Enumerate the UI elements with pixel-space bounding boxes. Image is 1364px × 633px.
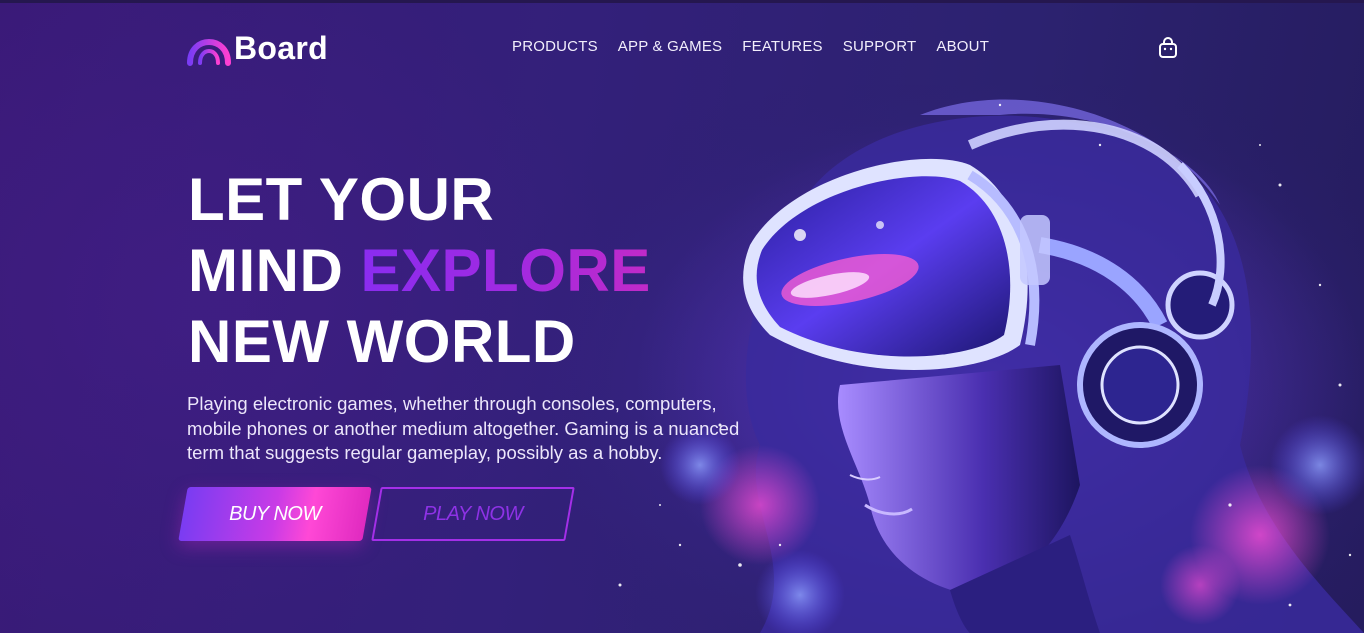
nav-about[interactable]: ABOUT bbox=[936, 38, 989, 55]
hero-title-line1: LET YOUR bbox=[188, 166, 495, 233]
logo-arch-icon bbox=[187, 39, 231, 66]
landing-page: Board PRODUCTS APP & GAMES FEATURES SUPP… bbox=[0, 0, 1364, 633]
top-border bbox=[0, 0, 1364, 3]
logo-text: Board bbox=[234, 29, 328, 66]
hero-title-line3: NEW WORLD bbox=[188, 308, 576, 375]
nav-support[interactable]: SUPPORT bbox=[843, 38, 917, 55]
hero-title-line2: MIND EXPLORE bbox=[188, 235, 651, 306]
play-now-label: PLAY NOW bbox=[423, 502, 523, 525]
hero-title: LET YOUR MIND EXPLORE NEW WORLD bbox=[188, 164, 651, 377]
buy-now-label: BUY NOW bbox=[229, 502, 321, 525]
buy-now-button[interactable]: BUY NOW bbox=[178, 487, 372, 541]
nav-features[interactable]: FEATURES bbox=[742, 38, 823, 55]
hero-description: Playing electronic games, whether throug… bbox=[187, 393, 740, 463]
shopping-bag-icon[interactable] bbox=[1156, 36, 1180, 60]
logo[interactable]: Board bbox=[186, 28, 328, 68]
hero-title-accent: EXPLORE bbox=[360, 237, 651, 304]
hero-title-line2-plain: MIND bbox=[188, 237, 361, 304]
play-now-button[interactable]: PLAY NOW bbox=[371, 487, 575, 541]
main-nav: PRODUCTS APP & GAMES FEATURES SUPPORT AB… bbox=[512, 38, 989, 55]
nav-app-games[interactable]: APP & GAMES bbox=[618, 38, 722, 55]
nav-products[interactable]: PRODUCTS bbox=[512, 38, 598, 55]
